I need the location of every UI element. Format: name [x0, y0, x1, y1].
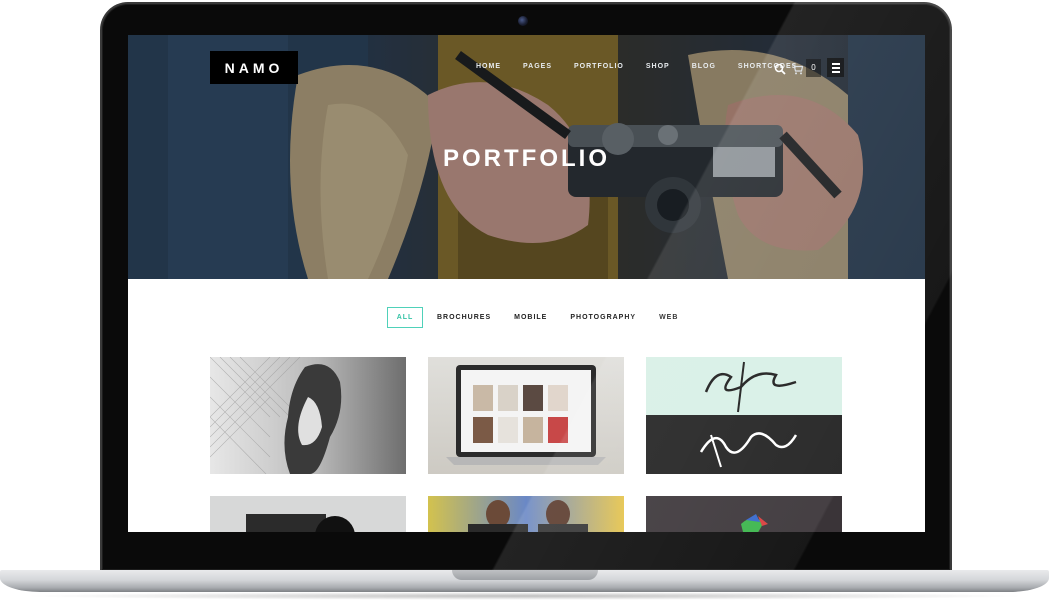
filter-web[interactable]: WEB — [659, 314, 678, 321]
filter-brochures[interactable]: BROCHURES — [437, 314, 491, 321]
nav-blog[interactable]: BLOG — [692, 63, 716, 70]
page-title: PORTFOLIO — [443, 145, 610, 172]
hero-banner: NAMO HOME PAGES PORTFOLIO SHOP BLOG SHOR… — [128, 35, 925, 279]
site-logo[interactable]: NAMO — [210, 51, 298, 84]
portfolio-item-colorful-art[interactable] — [646, 496, 842, 532]
hamburger-menu-icon[interactable] — [827, 58, 844, 77]
main-nav: HOME PAGES PORTFOLIO SHOP BLOG SHORTCODE… — [476, 63, 819, 70]
portfolio-filters: ALL BROCHURES MOBILE PHOTOGRAPHY WEB — [387, 307, 701, 328]
laptop-shadow — [20, 592, 1029, 600]
nav-home[interactable]: HOME — [476, 63, 501, 70]
portfolio-item-laptop-mockup[interactable] — [428, 357, 624, 474]
nav-tools: 0 — [774, 58, 844, 77]
search-icon[interactable] — [774, 62, 786, 75]
screen: NAMO HOME PAGES PORTFOLIO SHOP BLOG SHOR… — [128, 35, 925, 532]
portfolio-item-fashion-photo[interactable] — [210, 357, 406, 474]
nav-pages[interactable]: PAGES — [523, 63, 552, 70]
filter-all[interactable]: ALL — [387, 307, 423, 328]
portfolio-item-vinyl[interactable] — [210, 496, 406, 532]
laptop-notch — [452, 570, 598, 580]
filter-photography[interactable]: PHOTOGRAPHY — [570, 314, 636, 321]
portfolio-item-group-photo[interactable] — [428, 496, 624, 532]
nav-shop[interactable]: SHOP — [646, 63, 670, 70]
cart-count-badge[interactable]: 0 — [806, 58, 821, 77]
webcam — [518, 16, 528, 26]
cart-icon[interactable] — [792, 62, 804, 74]
filter-mobile[interactable]: MOBILE — [514, 314, 547, 321]
nav-portfolio[interactable]: PORTFOLIO — [574, 63, 624, 70]
portfolio-item-calligraphy[interactable] — [646, 357, 842, 474]
